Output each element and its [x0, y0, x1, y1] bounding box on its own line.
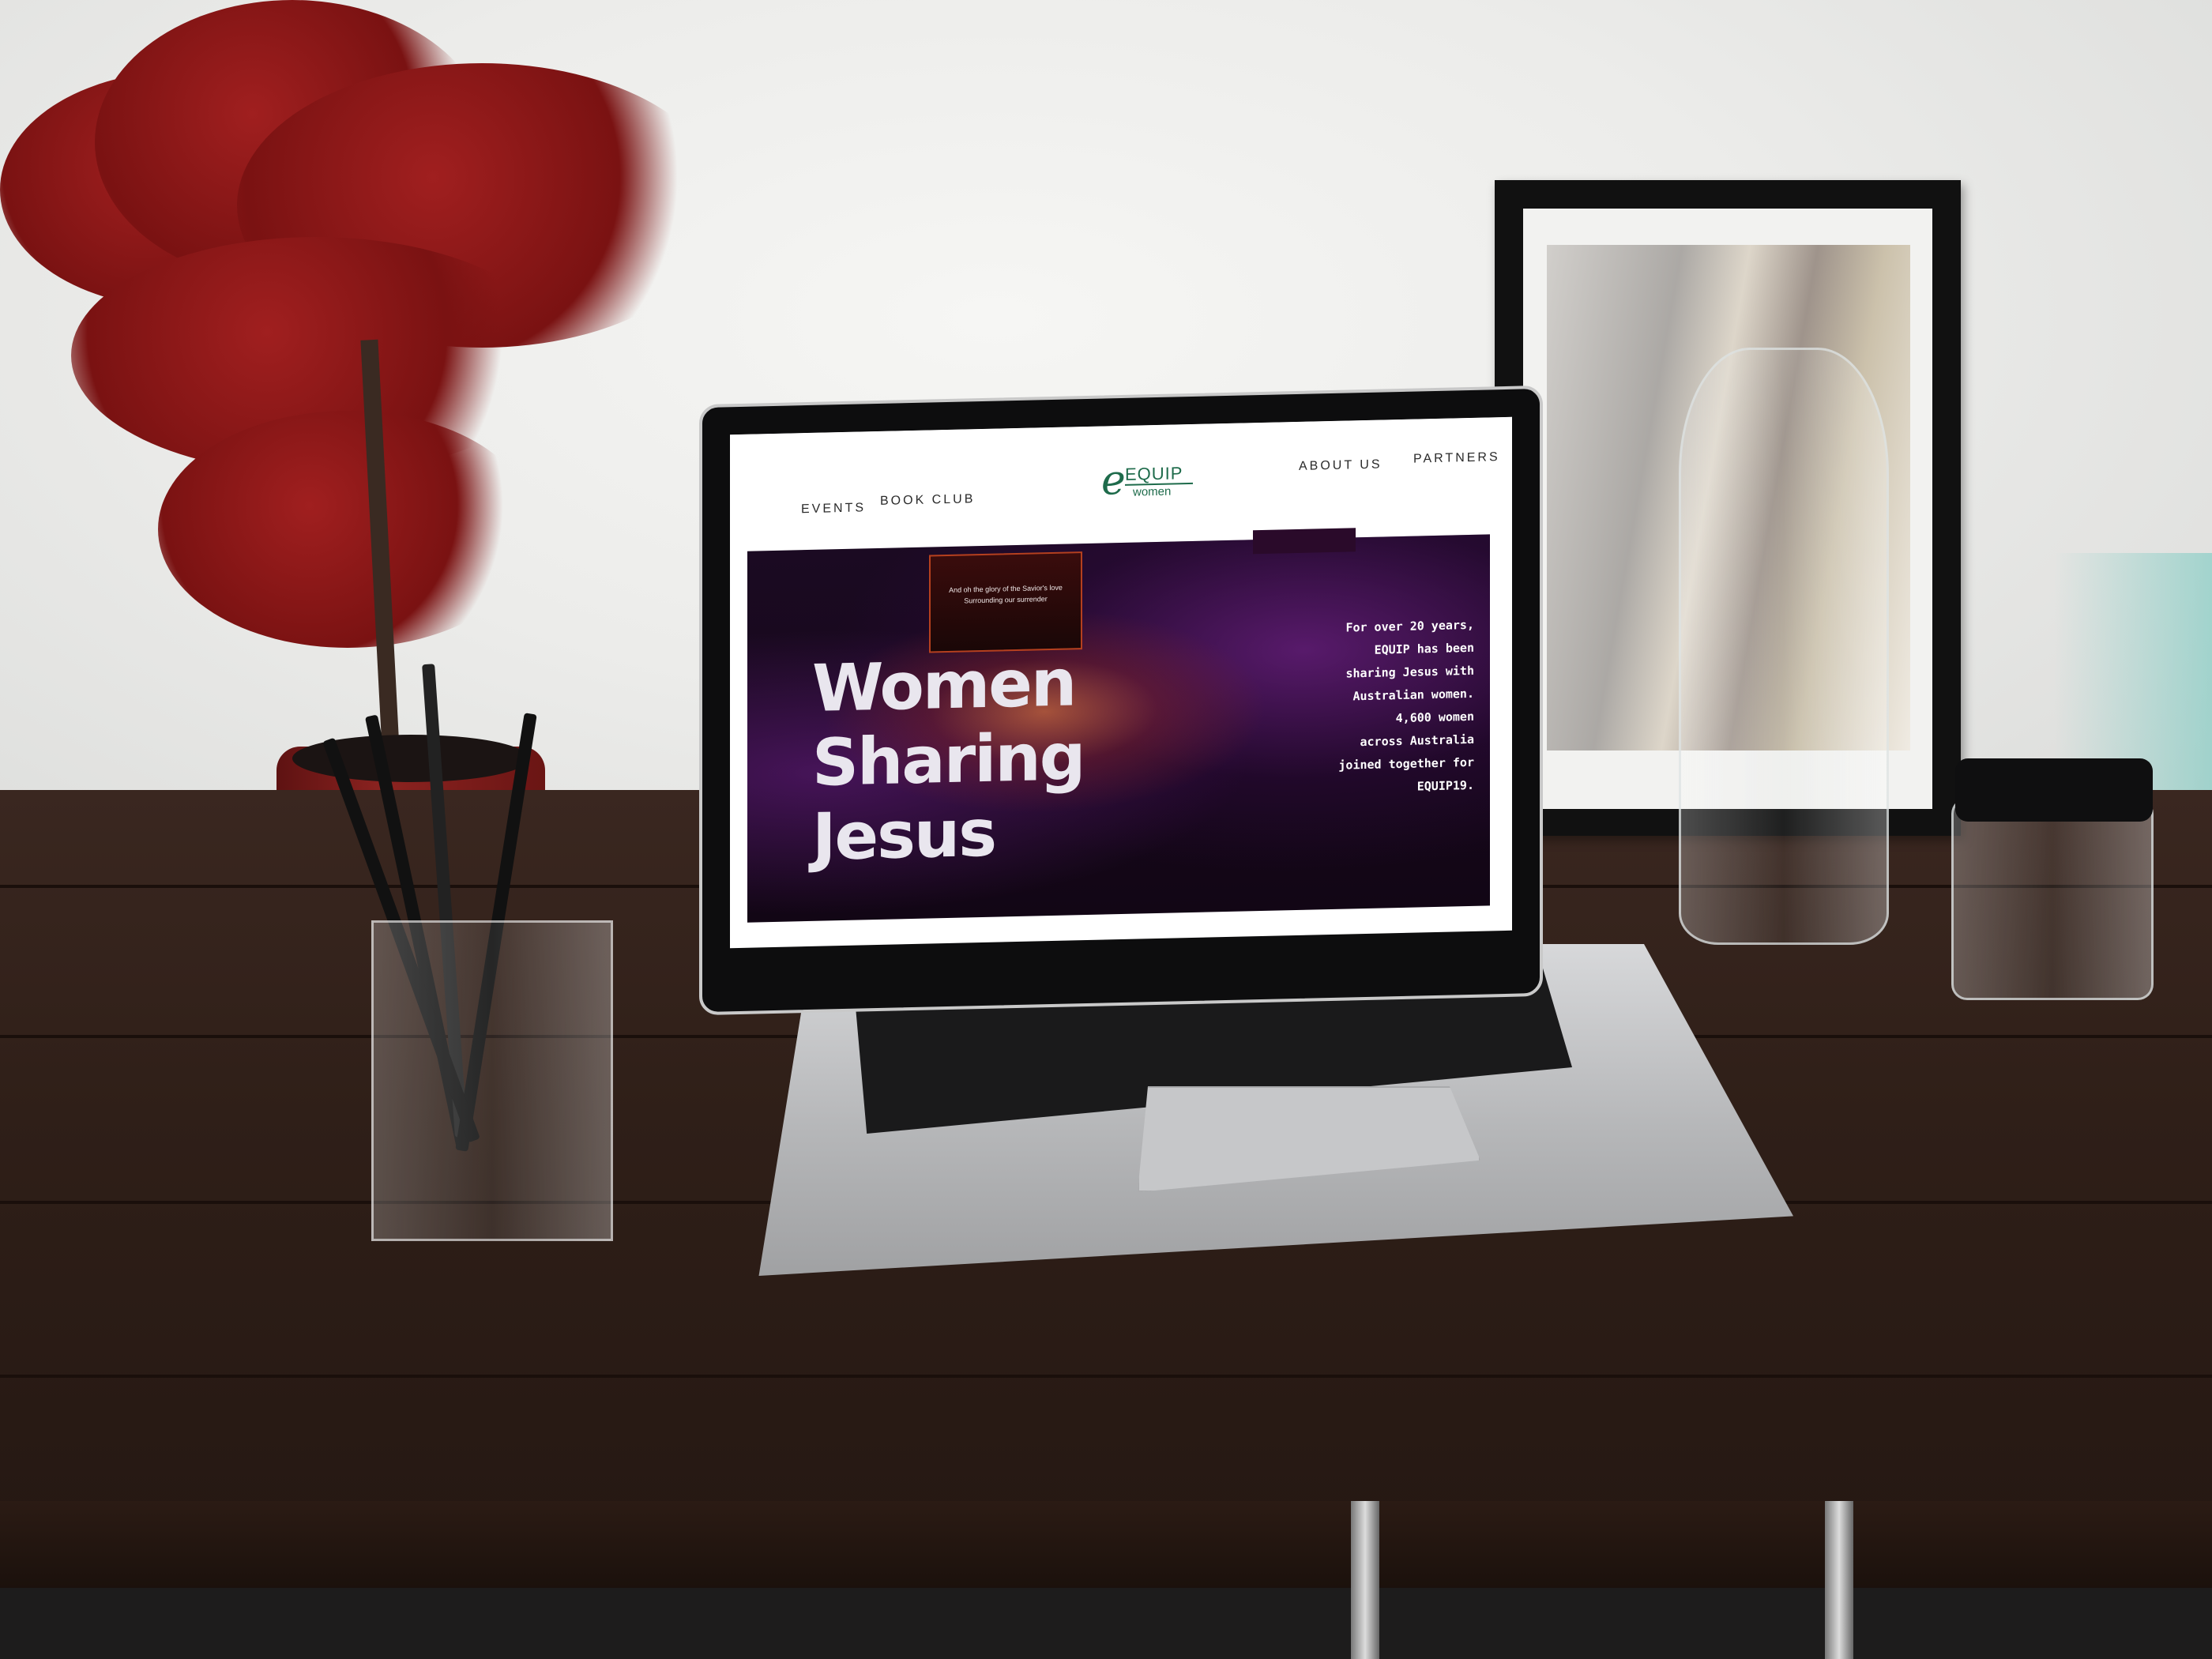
- desk-edge: [0, 1501, 2212, 1588]
- equip-women-logo-icon[interactable]: e EQUIP women: [1101, 456, 1196, 510]
- desk-leg: [1351, 1501, 1379, 1659]
- nav-link-partners[interactable]: PARTNERS: [1413, 450, 1500, 466]
- glass-jar: [1951, 798, 2154, 1000]
- stage-lyric-line: Surrounding our surrender: [964, 595, 1048, 605]
- stage-lyric-screen-right: [1253, 528, 1356, 555]
- stage-lyric-screen: And oh the glory of the Savior's love Su…: [929, 551, 1082, 653]
- hero-title: Women Sharing Jesus: [812, 645, 1085, 875]
- laptop-lid: EVENTS BOOK CLUB e EQUIP women ABOUT US …: [699, 385, 1543, 1016]
- hero-description-line: EQUIP19.: [1416, 777, 1474, 794]
- logo-wordmark: EQUIP: [1125, 463, 1183, 484]
- site-header: EVENTS BOOK CLUB e EQUIP women ABOUT US …: [730, 416, 1512, 538]
- hero-title-line: Jesus: [812, 796, 996, 875]
- nav-link-about-us[interactable]: ABOUT US: [1299, 457, 1382, 473]
- nav-link-events[interactable]: EVENTS: [801, 501, 866, 517]
- nav-link-book-club[interactable]: BOOK CLUB: [880, 492, 975, 509]
- jar-lid: [1955, 758, 2153, 822]
- under-desk-shelf: [0, 1588, 2212, 1659]
- hero-description: For over 20 years, EQUIP has been sharin…: [1300, 614, 1474, 801]
- hero-section: And oh the glory of the Savior's love Su…: [747, 528, 1490, 923]
- hero-title-line: Women: [812, 645, 1076, 727]
- laptop-screen: EVENTS BOOK CLUB e EQUIP women ABOUT US …: [730, 416, 1512, 949]
- desk-leg: [1825, 1501, 1853, 1659]
- logo-e-mark: e: [1101, 456, 1126, 505]
- hero-title-line: Sharing: [812, 720, 1085, 801]
- glass-vase: [1679, 348, 1889, 945]
- logo-subtitle: women: [1133, 484, 1172, 499]
- stage-lyric-line: And oh the glory of the Savior's love: [949, 583, 1063, 594]
